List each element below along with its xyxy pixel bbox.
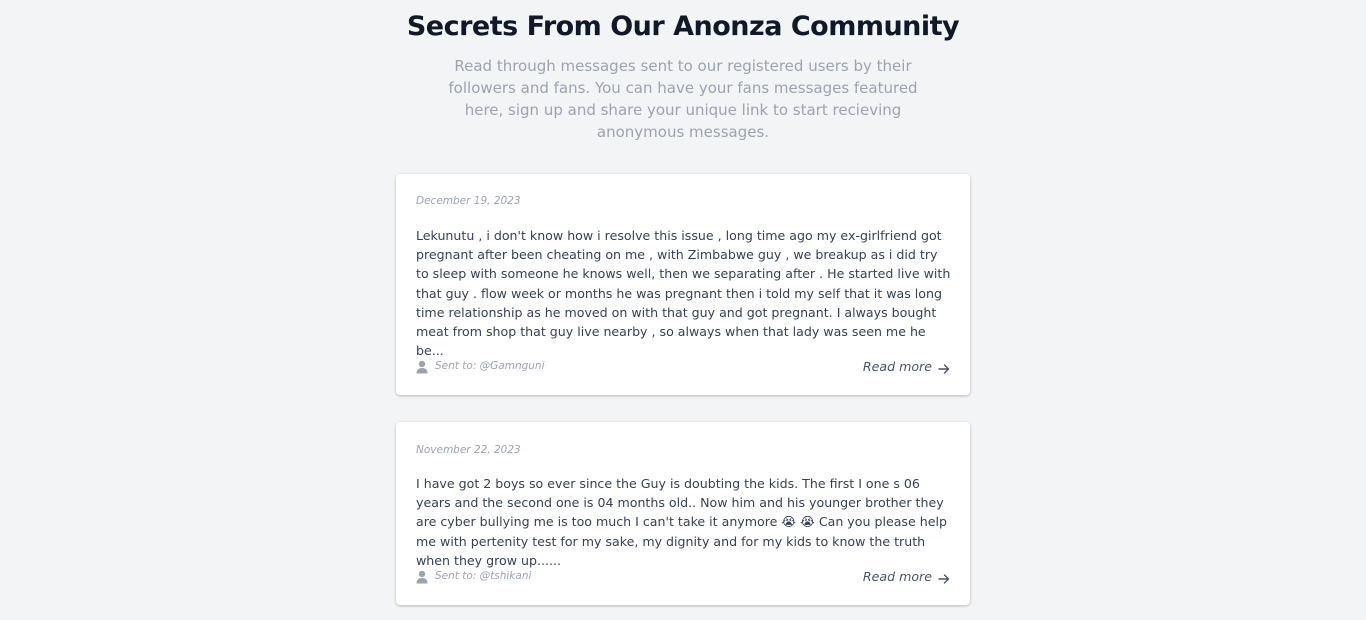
sent-to: Sent to: @Gamnguni xyxy=(416,359,545,374)
post-message: I have got 2 boys so ever since the Guy … xyxy=(416,476,947,568)
user-icon xyxy=(416,359,428,374)
secret-card: December 19, 2023 Lekunutu , i don't kno… xyxy=(396,174,970,395)
read-more-label: Read more xyxy=(862,358,932,374)
sent-to-label: Sent to: @tshikani xyxy=(435,570,532,582)
page: Secrets From Our Anonza Community Read t… xyxy=(0,0,1366,620)
page-header: Secrets From Our Anonza Community Read t… xyxy=(0,0,1366,143)
sent-to: Sent to: @tshikani xyxy=(416,569,532,584)
post-footer: Sent to: @tshikani Read more xyxy=(416,567,950,585)
arrow-right-icon xyxy=(938,360,950,374)
read-more-link[interactable]: Read more xyxy=(863,569,950,584)
post-footer: Sent to: @Gamnguni Read more xyxy=(416,357,950,375)
arrow-right-icon xyxy=(938,570,950,584)
post-message: Lekunutu , i don't know how i resolve th… xyxy=(416,228,951,359)
read-more-link[interactable]: Read more xyxy=(863,359,950,374)
page-subtitle: Read through messages sent to our regist… xyxy=(448,57,918,141)
post-date: November 22, 2023 xyxy=(416,444,521,456)
sent-to-label: Sent to: @Gamnguni xyxy=(435,360,545,372)
read-more-label: Read more xyxy=(862,568,932,584)
post-date: December 19, 2023 xyxy=(416,195,521,207)
user-icon xyxy=(416,569,428,584)
page-title: Secrets From Our Anonza Community xyxy=(406,11,960,42)
secret-card: November 22, 2023 I have got 2 boys so e… xyxy=(396,422,970,605)
